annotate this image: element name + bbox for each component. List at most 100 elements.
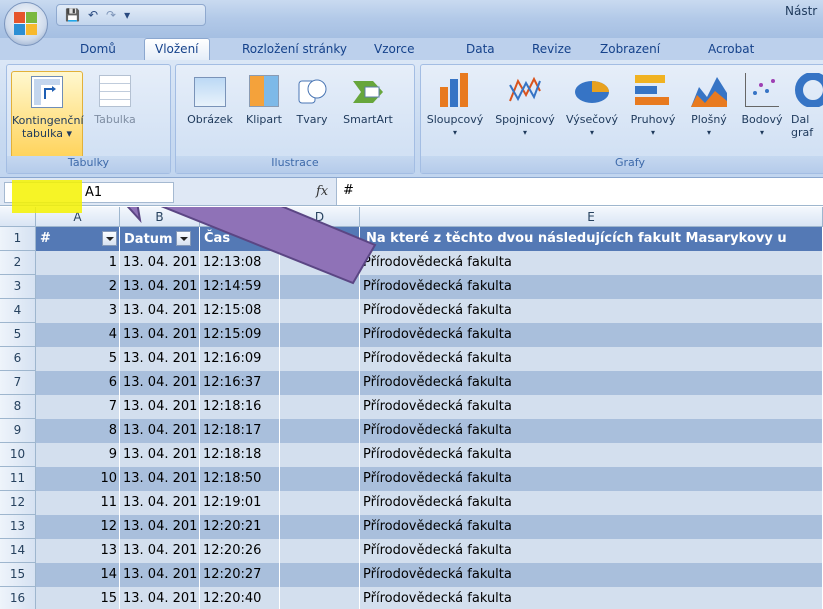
tab-review[interactable]: Revize <box>532 42 571 56</box>
cell-time[interactable]: 12:15:08 <box>200 299 280 323</box>
cell-faculty[interactable]: Přírodovědecká fakulta <box>360 299 823 323</box>
cell-time[interactable]: 12:16:37 <box>200 371 280 395</box>
cell-empty[interactable] <box>280 515 360 539</box>
cell-number[interactable]: 15 <box>36 587 120 609</box>
cell-time[interactable]: 12:15:09 <box>200 323 280 347</box>
cell-faculty[interactable]: Přírodovědecká fakulta <box>360 251 823 275</box>
column-chart-button[interactable]: Sloupcový ▾ <box>421 71 489 139</box>
smartart-button[interactable]: SmartArt <box>338 71 398 126</box>
cell-date[interactable]: 13. 04. 201 <box>120 323 200 347</box>
shapes-button[interactable]: Tvary <box>292 71 332 126</box>
area-chart-button[interactable]: Plošný ▾ <box>683 71 735 139</box>
cell-empty[interactable] <box>280 467 360 491</box>
tab-formulas[interactable]: Vzorce <box>374 42 415 56</box>
row-header[interactable]: 13 <box>0 515 36 539</box>
row-header[interactable]: 5 <box>0 323 36 347</box>
row-header[interactable]: 11 <box>0 467 36 491</box>
cell-faculty[interactable]: Přírodovědecká fakulta <box>360 539 823 563</box>
cell-faculty[interactable]: Přírodovědecká fakulta <box>360 347 823 371</box>
cell-time[interactable]: 12:20:40 <box>200 587 280 609</box>
worksheet-grid[interactable]: A B C D E 1 # Datum Čas Na které z těcht… <box>0 207 823 609</box>
cell-number[interactable]: 6 <box>36 371 120 395</box>
header-cell-question[interactable]: Na které z těchto dvou následujících fak… <box>360 227 823 251</box>
cell-number[interactable]: 11 <box>36 491 120 515</box>
cell-number[interactable]: 4 <box>36 323 120 347</box>
cell-number[interactable]: 3 <box>36 299 120 323</box>
cell-time[interactable]: 12:16:09 <box>200 347 280 371</box>
cell-empty[interactable] <box>280 395 360 419</box>
filter-dropdown-icon[interactable] <box>175 231 191 246</box>
row-header[interactable]: 16 <box>0 587 36 609</box>
header-cell-time[interactable]: Čas <box>200 227 280 251</box>
row-header[interactable]: 14 <box>0 539 36 563</box>
cell-date[interactable]: 13. 04. 201 <box>120 443 200 467</box>
column-header-b[interactable]: B <box>120 207 200 227</box>
cell-time[interactable]: 12:18:50 <box>200 467 280 491</box>
tab-insert[interactable]: Vložení <box>144 38 210 61</box>
row-header[interactable]: 3 <box>0 275 36 299</box>
customize-qat-icon[interactable]: ▾ <box>124 8 130 22</box>
cell-date[interactable]: 13. 04. 201 <box>120 491 200 515</box>
cell-number[interactable]: 1 <box>36 251 120 275</box>
tab-home[interactable]: Domů <box>80 42 116 56</box>
row-header[interactable]: 10 <box>0 443 36 467</box>
cell-empty[interactable] <box>280 419 360 443</box>
cell-faculty[interactable]: Přírodovědecká fakulta <box>360 323 823 347</box>
cell-empty[interactable] <box>280 563 360 587</box>
cell-faculty[interactable]: Přírodovědecká fakulta <box>360 563 823 587</box>
cell-number[interactable]: 8 <box>36 419 120 443</box>
cell-time[interactable]: 12:20:21 <box>200 515 280 539</box>
cell-number[interactable]: 14 <box>36 563 120 587</box>
cell-time[interactable]: 12:20:26 <box>200 539 280 563</box>
cell-empty[interactable] <box>280 299 360 323</box>
cell-number[interactable]: 7 <box>36 395 120 419</box>
line-chart-button[interactable]: Spojnicový ▾ <box>489 71 561 139</box>
cell-date[interactable]: 13. 04. 201 <box>120 467 200 491</box>
pivot-table-button[interactable]: Kontingenční tabulka ▾ <box>11 71 84 159</box>
scatter-chart-button[interactable]: Bodový ▾ <box>735 71 789 139</box>
cell-date[interactable]: 13. 04. 201 <box>120 515 200 539</box>
column-header-c[interactable]: C <box>200 207 280 227</box>
cell-number[interactable]: 2 <box>36 275 120 299</box>
formula-input[interactable]: # <box>336 178 823 205</box>
cell-time[interactable]: 12:19:01 <box>200 491 280 515</box>
cell-empty[interactable] <box>280 539 360 563</box>
cell-time[interactable]: 12:13:08 <box>200 251 280 275</box>
header-cell-d[interactable] <box>280 227 360 251</box>
row-header[interactable]: 12 <box>0 491 36 515</box>
cell-number[interactable]: 10 <box>36 467 120 491</box>
cell-date[interactable]: 13. 04. 201 <box>120 251 200 275</box>
column-header-d[interactable]: D <box>280 207 360 227</box>
cell-faculty[interactable]: Přírodovědecká fakulta <box>360 419 823 443</box>
cell-empty[interactable] <box>280 347 360 371</box>
column-header-e[interactable]: E <box>360 207 823 227</box>
tab-data[interactable]: Data <box>466 42 495 56</box>
header-cell-date[interactable]: Datum <box>120 227 200 251</box>
cell-empty[interactable] <box>280 371 360 395</box>
cell-number[interactable]: 13 <box>36 539 120 563</box>
cell-number[interactable]: 12 <box>36 515 120 539</box>
cell-date[interactable]: 13. 04. 201 <box>120 419 200 443</box>
cell-time[interactable]: 12:18:17 <box>200 419 280 443</box>
cell-date[interactable]: 13. 04. 201 <box>120 563 200 587</box>
cell-empty[interactable] <box>280 587 360 609</box>
picture-button[interactable]: Obrázek <box>182 71 238 126</box>
pie-chart-button[interactable]: Výsečový ▾ <box>561 71 623 139</box>
cell-date[interactable]: 13. 04. 201 <box>120 587 200 609</box>
insert-function-icon[interactable]: fx <box>316 184 328 199</box>
cell-date[interactable]: 13. 04. 201 <box>120 299 200 323</box>
cell-empty[interactable] <box>280 491 360 515</box>
cell-number[interactable]: 9 <box>36 443 120 467</box>
row-header[interactable]: 6 <box>0 347 36 371</box>
cell-date[interactable]: 13. 04. 201 <box>120 275 200 299</box>
bar-chart-button[interactable]: Pruhový ▾ <box>623 71 683 139</box>
cell-date[interactable]: 13. 04. 201 <box>120 371 200 395</box>
cell-time[interactable]: 12:14:59 <box>200 275 280 299</box>
row-header[interactable]: 1 <box>0 227 36 251</box>
tab-view[interactable]: Zobrazení <box>600 42 660 56</box>
row-header[interactable]: 9 <box>0 419 36 443</box>
save-icon[interactable]: 💾 <box>65 8 80 22</box>
cell-faculty[interactable]: Přírodovědecká fakulta <box>360 371 823 395</box>
row-header[interactable]: 4 <box>0 299 36 323</box>
header-cell-number[interactable]: # <box>36 227 120 251</box>
